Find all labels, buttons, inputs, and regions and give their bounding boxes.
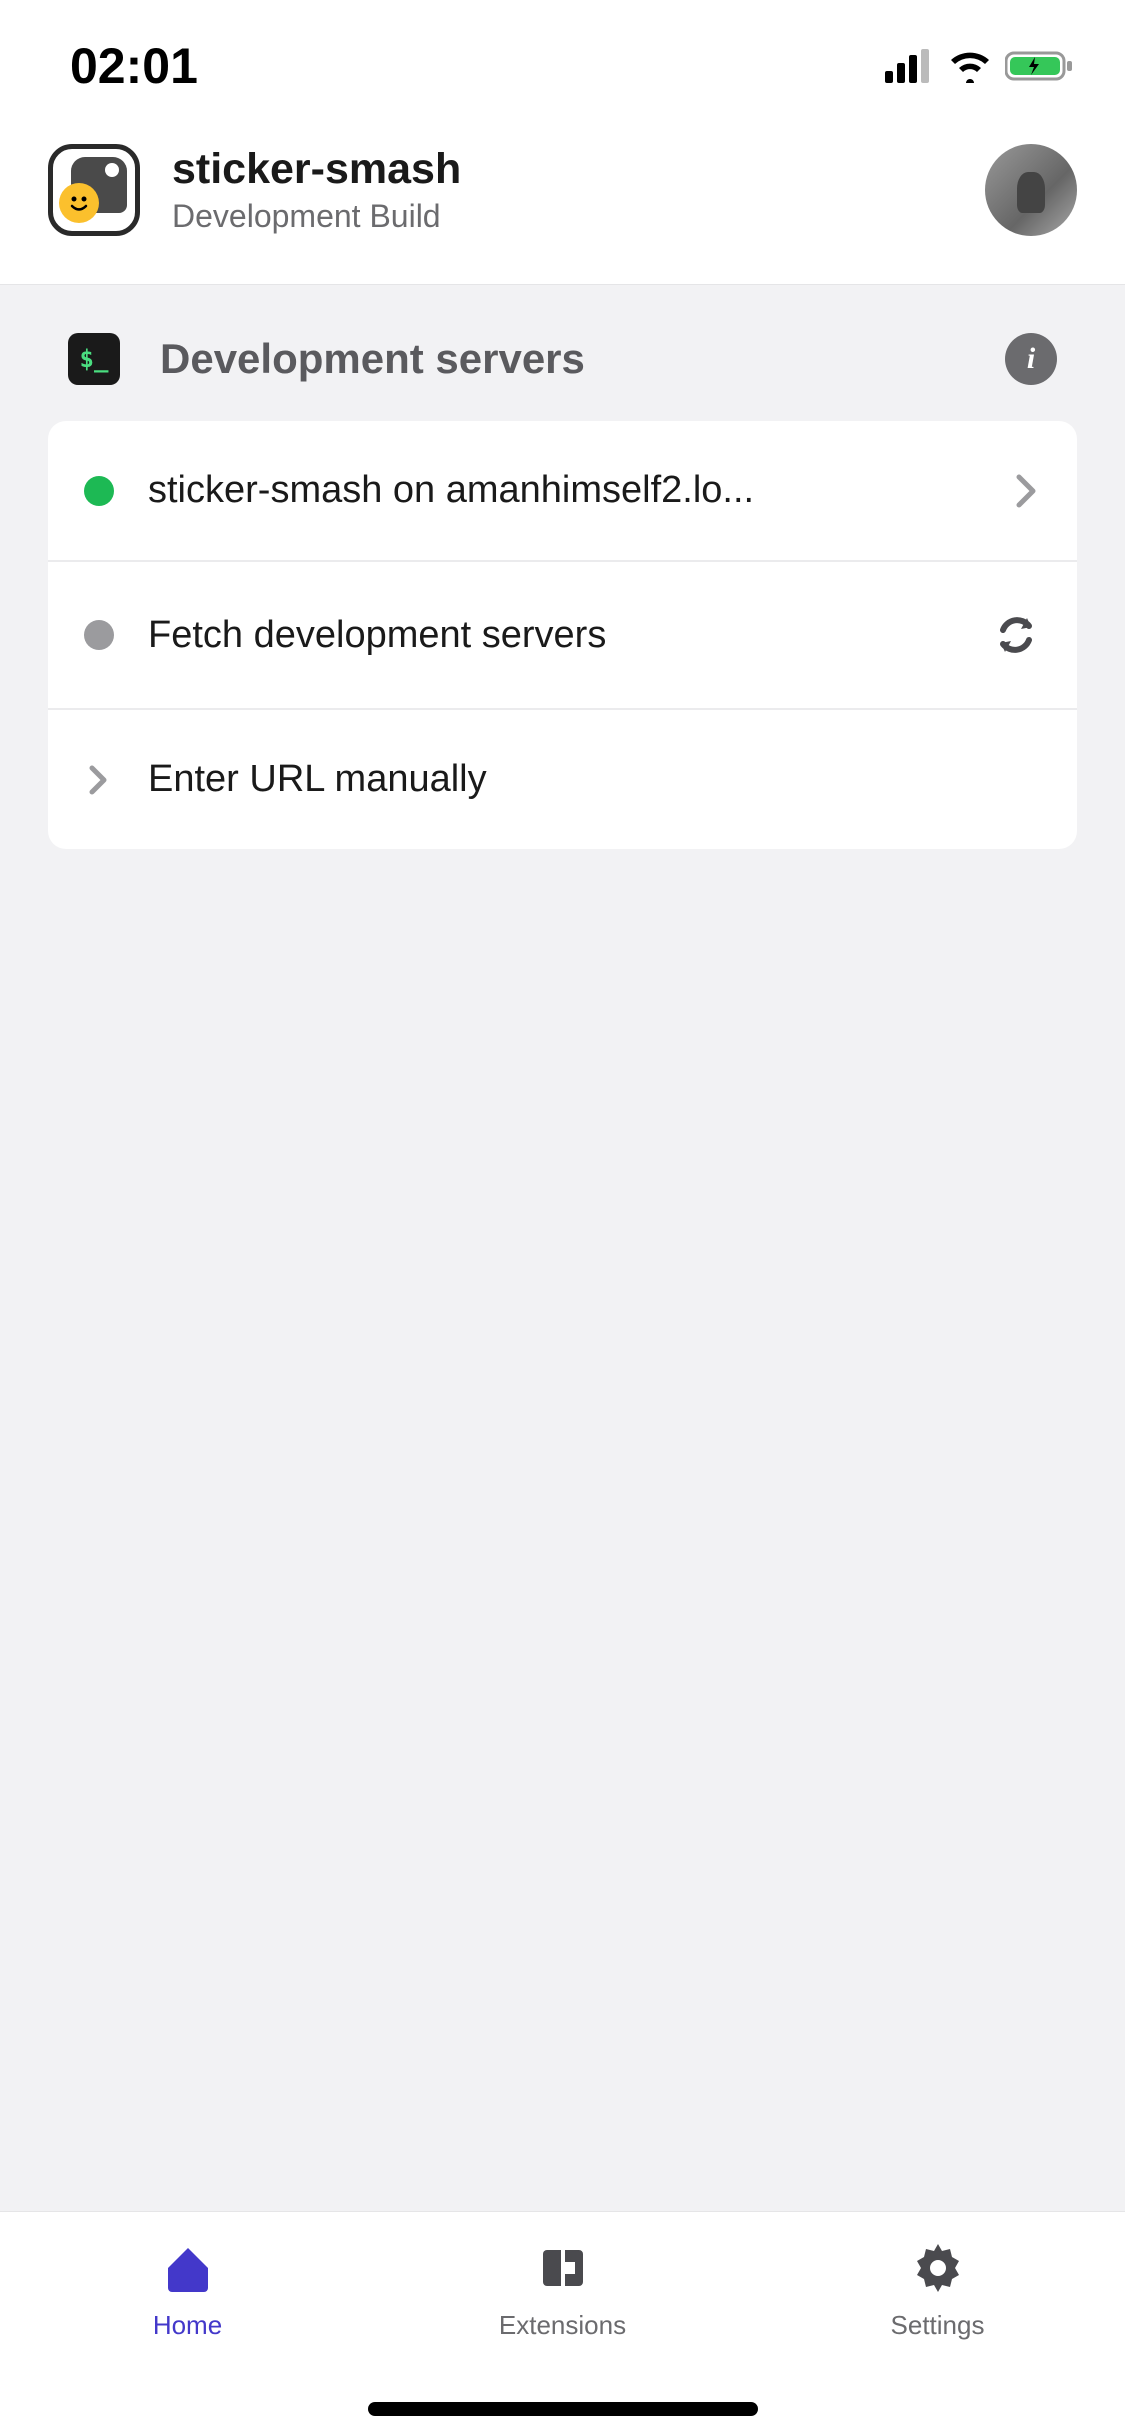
info-icon[interactable]: i [1005,333,1057,385]
tab-home-label: Home [153,2310,222,2341]
enter-url-row[interactable]: Enter URL manually [48,710,1077,849]
fetch-label: Fetch development servers [148,614,957,657]
refresh-icon [991,610,1041,660]
extensions-icon [535,2240,591,2296]
chevron-right-icon [84,760,114,800]
enter-url-label: Enter URL manually [148,758,1041,801]
section-title: Development servers [160,335,965,383]
server-row[interactable]: sticker-smash on amanhimself2.lo... [48,421,1077,562]
settings-icon [910,2240,966,2296]
home-icon [160,2240,216,2296]
tab-settings[interactable]: Settings [750,2212,1125,2436]
fetch-servers-row[interactable]: Fetch development servers [48,562,1077,710]
wifi-icon [947,49,993,83]
app-header: sticker-smash Development Build [0,132,1125,285]
app-icon [48,144,140,236]
servers-card: sticker-smash on amanhimself2.lo... Fetc… [48,421,1077,849]
tab-home[interactable]: Home [0,2212,375,2436]
home-indicator[interactable] [368,2402,758,2416]
tab-settings-label: Settings [891,2310,985,2341]
status-dot-idle-icon [84,620,114,650]
terminal-icon: $_ [68,333,120,385]
cellular-icon [885,49,935,83]
status-bar: 02:01 [0,0,1125,132]
server-name: sticker-smash on amanhimself2.lo... [148,469,979,512]
status-time: 02:01 [70,37,198,95]
dev-servers-section: $_ Development servers i sticker-smash o… [0,285,1125,897]
battery-icon [1005,49,1075,83]
chevron-right-icon [1013,471,1041,511]
status-indicators [885,49,1075,83]
section-header: $_ Development servers i [48,333,1077,385]
app-title: sticker-smash [172,145,953,194]
app-subtitle: Development Build [172,198,953,235]
avatar[interactable] [985,144,1077,236]
tab-extensions-label: Extensions [499,2310,626,2341]
status-dot-online-icon [84,476,114,506]
